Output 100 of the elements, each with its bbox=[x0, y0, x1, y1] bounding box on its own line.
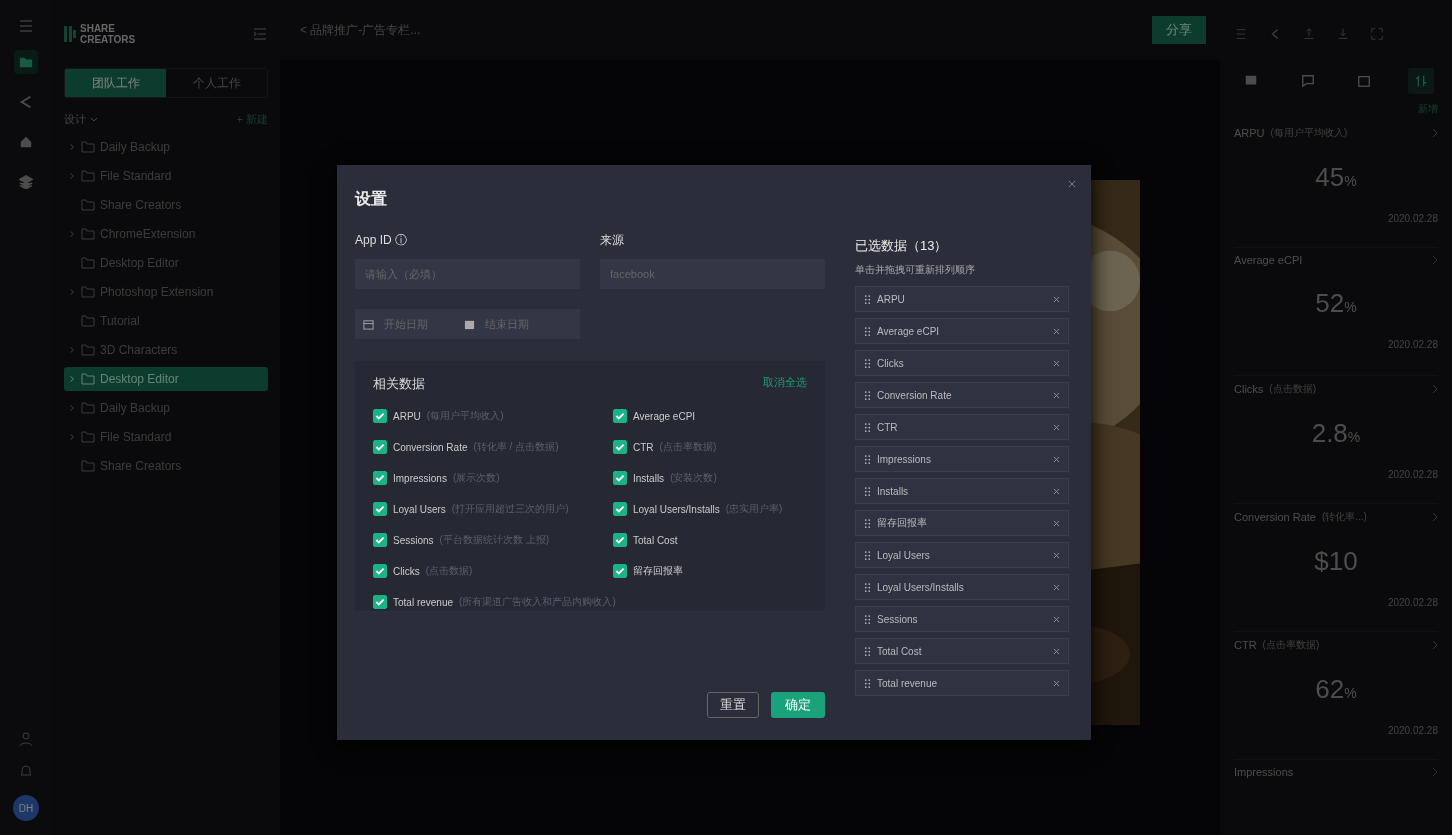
user-icon[interactable] bbox=[18, 731, 34, 747]
field-label: App ID ⓘ bbox=[355, 232, 409, 249]
folder-icon bbox=[81, 286, 95, 298]
checkbox-label[interactable]: Conversion Rate bbox=[393, 441, 468, 453]
remove-icon[interactable] bbox=[1053, 615, 1060, 623]
card-title: Average eCPI bbox=[1234, 254, 1303, 266]
drag-handle-icon[interactable] bbox=[864, 357, 871, 369]
remove-icon[interactable] bbox=[1053, 295, 1060, 303]
drag-handle-icon[interactable] bbox=[864, 613, 871, 625]
card-title: Clicks bbox=[1234, 383, 1264, 395]
metric-value: $10 bbox=[1313, 546, 1359, 577]
selected-item[interactable]: 留存回报率 bbox=[855, 510, 1069, 536]
bell-icon[interactable] bbox=[18, 763, 34, 779]
card-title: ARPU bbox=[1234, 127, 1265, 139]
checkbox[interactable] bbox=[613, 440, 627, 454]
selected-item[interactable]: Loyal Users bbox=[855, 542, 1069, 568]
selected-item[interactable]: Average eCPI bbox=[855, 318, 1069, 344]
folder-icon bbox=[81, 402, 95, 414]
drag-handle-icon[interactable] bbox=[864, 421, 871, 433]
card-title: Impressions bbox=[1234, 766, 1294, 778]
selected-item[interactable]: Conversion Rate bbox=[855, 382, 1069, 408]
metric-value: 45% bbox=[1314, 162, 1358, 193]
drag-handle-icon[interactable] bbox=[864, 293, 871, 305]
remove-icon[interactable] bbox=[1053, 423, 1060, 431]
remove-icon[interactable] bbox=[1053, 487, 1060, 495]
checkbox[interactable] bbox=[373, 595, 387, 609]
checkbox-label[interactable]: Total revenue bbox=[393, 596, 454, 608]
deselect-link[interactable]: 取消全选 bbox=[763, 375, 807, 393]
remove-icon[interactable] bbox=[1053, 519, 1060, 527]
drag-handle-icon[interactable] bbox=[864, 549, 871, 561]
field-label: 来源 bbox=[600, 232, 625, 249]
checkbox-label[interactable]: ARPU bbox=[393, 410, 421, 422]
checkbox[interactable] bbox=[373, 502, 387, 516]
checkbox-label[interactable]: Loyal Users bbox=[393, 503, 446, 515]
checkbox-label[interactable]: Total Cost bbox=[633, 534, 678, 546]
data-icon[interactable] bbox=[1407, 68, 1434, 94]
remove-icon[interactable] bbox=[1053, 647, 1060, 655]
remove-icon[interactable] bbox=[1053, 551, 1060, 559]
checkbox[interactable] bbox=[613, 471, 627, 485]
selected-item[interactable]: ARPU bbox=[855, 286, 1069, 312]
drag-hint: 单击并拖拽可重新排列顺序 bbox=[855, 263, 976, 277]
checkbox[interactable] bbox=[613, 502, 627, 516]
remove-icon[interactable] bbox=[1053, 455, 1060, 463]
checkbox-label[interactable]: Sessions bbox=[393, 534, 434, 546]
remove-icon[interactable] bbox=[1053, 391, 1060, 399]
metric-value: 2.8% bbox=[1310, 418, 1362, 449]
drag-handle-icon[interactable] bbox=[864, 485, 871, 497]
checkbox[interactable] bbox=[373, 564, 387, 578]
drag-handle-icon[interactable] bbox=[864, 453, 871, 465]
drag-handle-icon[interactable] bbox=[864, 677, 871, 689]
checkbox-label[interactable]: 留存回报率 bbox=[633, 564, 683, 578]
remove-icon[interactable] bbox=[1053, 359, 1060, 367]
remove-icon[interactable] bbox=[1053, 327, 1060, 335]
selected-item[interactable]: Loyal Users/Installs bbox=[855, 574, 1069, 600]
checkbox[interactable] bbox=[373, 409, 387, 423]
folder-icon bbox=[81, 141, 95, 153]
drag-handle-icon[interactable] bbox=[864, 645, 871, 657]
remove-icon[interactable] bbox=[1053, 679, 1060, 687]
checkbox[interactable] bbox=[613, 409, 627, 423]
checkbox[interactable] bbox=[373, 440, 387, 454]
section-title: 相关数据 bbox=[373, 375, 425, 393]
close-icon[interactable] bbox=[1067, 179, 1077, 189]
metric-value: 52% bbox=[1314, 288, 1358, 319]
remove-icon[interactable] bbox=[1053, 583, 1060, 591]
selected-item[interactable]: Sessions bbox=[855, 606, 1069, 632]
folder-icon bbox=[81, 228, 95, 240]
checkbox[interactable] bbox=[373, 471, 387, 485]
checkbox-label[interactable]: Installs bbox=[633, 472, 665, 484]
folder-icon bbox=[81, 170, 95, 182]
checkbox[interactable] bbox=[373, 533, 387, 547]
metric-value: 62% bbox=[1314, 674, 1358, 705]
folder-icon bbox=[81, 344, 95, 356]
folder-icon bbox=[81, 199, 95, 211]
checkbox-label[interactable]: Average eCPI bbox=[633, 410, 696, 422]
checkbox[interactable] bbox=[613, 564, 627, 578]
folder-icon bbox=[81, 460, 95, 472]
checkbox[interactable] bbox=[613, 533, 627, 547]
selected-item[interactable]: Clicks bbox=[855, 350, 1069, 376]
card-title: Conversion Rate bbox=[1234, 511, 1316, 523]
drag-handle-icon[interactable] bbox=[864, 389, 871, 401]
checkbox-label[interactable]: CTR bbox=[633, 441, 654, 453]
checkbox-label[interactable]: Impressions bbox=[393, 472, 447, 484]
selected-item[interactable]: Installs bbox=[855, 478, 1069, 504]
selected-item[interactable]: Total revenue bbox=[855, 670, 1069, 696]
caret-icon[interactable] bbox=[90, 117, 98, 122]
reset-button[interactable]: 重置 bbox=[707, 692, 759, 718]
drag-handle-icon[interactable] bbox=[864, 517, 871, 529]
selected-item[interactable]: Total Cost bbox=[855, 638, 1069, 664]
card-title: CTR bbox=[1234, 639, 1257, 651]
checkbox-label[interactable]: Loyal Users/Installs bbox=[633, 503, 720, 515]
dialog-title: 设置 bbox=[355, 189, 388, 209]
folder-icon[interactable] bbox=[14, 50, 38, 74]
selected-item[interactable]: Impressions bbox=[855, 446, 1069, 472]
drag-handle-icon[interactable] bbox=[864, 581, 871, 593]
checkbox-label[interactable]: Clicks bbox=[393, 565, 420, 577]
selected-item[interactable]: CTR bbox=[855, 414, 1069, 440]
logo: SHARE CREATORS bbox=[64, 23, 136, 45]
folder-icon bbox=[81, 431, 95, 443]
selected-title: 已选数据（13） bbox=[855, 237, 949, 255]
drag-handle-icon[interactable] bbox=[864, 325, 871, 337]
